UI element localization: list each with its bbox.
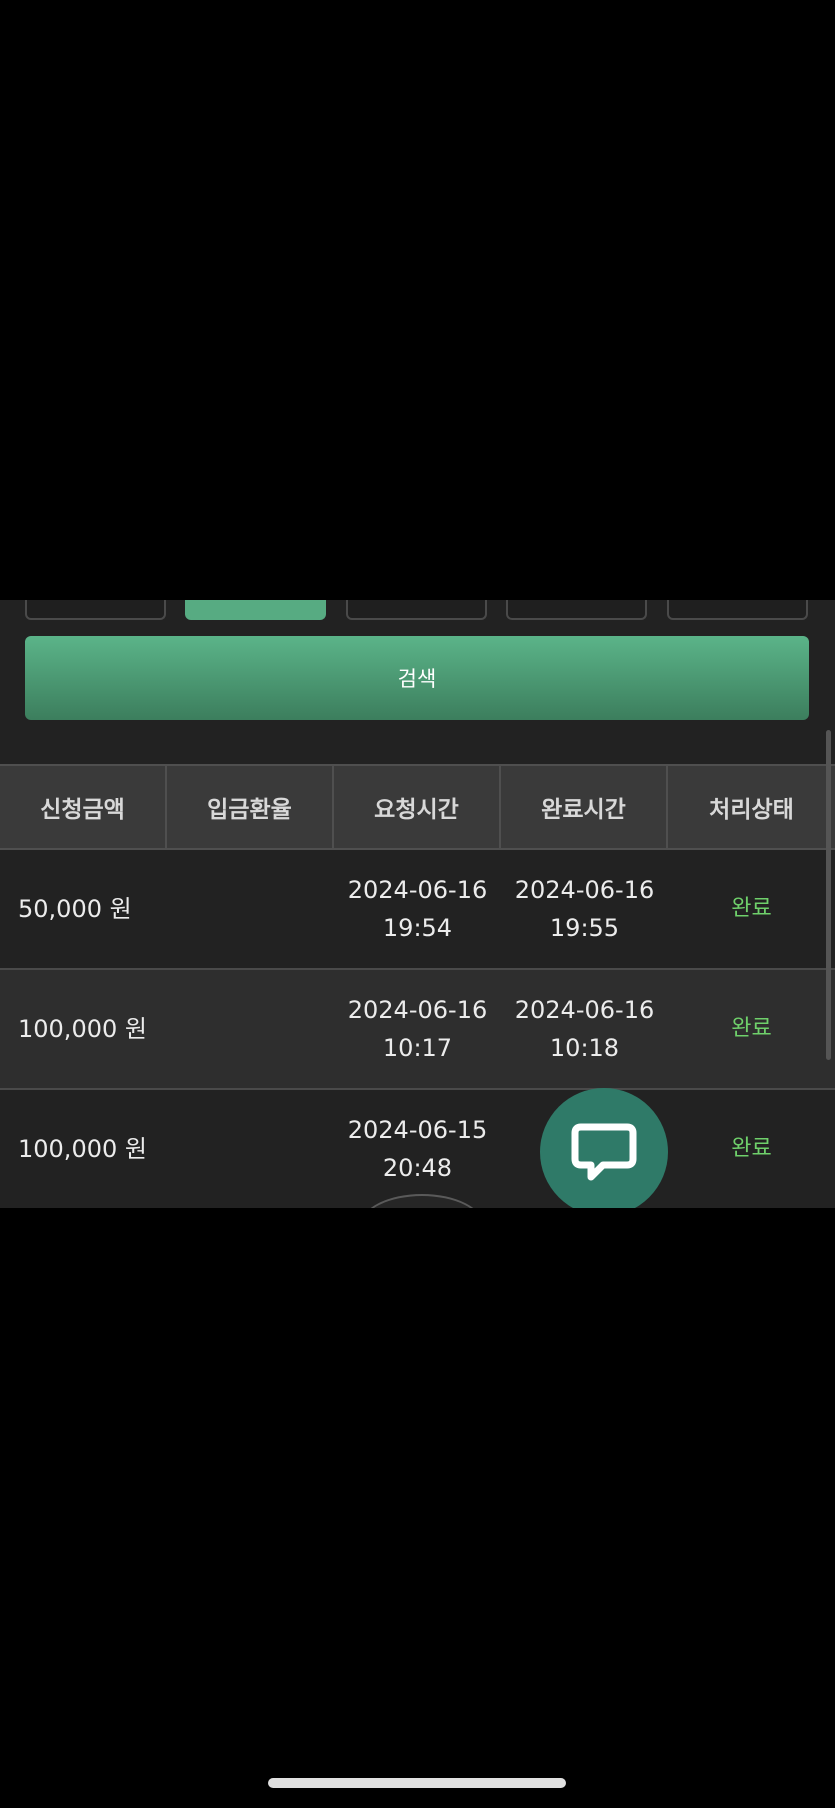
history-table: 신청금액 입금환율 요청시간 완료시간 처리상태 50,000 원 2024-0… xyxy=(0,764,835,1208)
rate-cell xyxy=(167,970,334,1088)
complete-time: 10:18 xyxy=(549,1034,620,1062)
complete-time: 19:55 xyxy=(549,914,620,942)
request-date: 2024-06-16 xyxy=(347,876,488,904)
withdrawal-history-panel: 검색 신청금액 입금환율 요청시간 완료시간 처리상태 50,000 원 202… xyxy=(0,600,835,1208)
table-row: 100,000 원 2024-06-16 10:17 2024-06-16 10… xyxy=(0,970,835,1090)
request-time: 20:48 xyxy=(382,1154,453,1182)
filter-chip-4[interactable] xyxy=(506,600,647,620)
status-badge: 완료 xyxy=(731,1136,772,1161)
request-time-cell: 2024-06-15 20:48 xyxy=(334,1090,501,1208)
filter-chip-1[interactable] xyxy=(25,600,166,620)
header-complete-time: 완료시간 xyxy=(501,766,668,848)
complete-time-cell: 2024-06-16 10:18 xyxy=(501,970,668,1088)
filter-chip-5[interactable] xyxy=(667,600,808,620)
status-badge: 완료 xyxy=(731,1016,772,1041)
amount-cell: 100,000 원 xyxy=(18,1135,147,1163)
header-request-time: 요청시간 xyxy=(334,766,501,848)
request-time: 10:17 xyxy=(382,1034,453,1062)
table-row: 50,000 원 2024-06-16 19:54 2024-06-16 19:… xyxy=(0,850,835,970)
header-amount: 신청금액 xyxy=(0,766,167,848)
filter-chip-2-active[interactable] xyxy=(185,600,326,620)
amount-cell: 50,000 원 xyxy=(18,895,132,923)
search-button[interactable]: 검색 xyxy=(25,636,809,720)
home-indicator xyxy=(268,1778,566,1788)
table-header: 신청금액 입금환율 요청시간 완료시간 처리상태 xyxy=(0,764,835,850)
table-row: 100,000 원 2024-06-15 20:48 20 완료 xyxy=(0,1090,835,1208)
complete-time-cell: 2024-06-16 19:55 xyxy=(501,850,668,968)
amount-cell: 100,000 원 xyxy=(18,1015,147,1043)
request-time: 19:54 xyxy=(382,914,453,942)
request-time-cell: 2024-06-16 19:54 xyxy=(334,850,501,968)
rate-cell xyxy=(167,1090,334,1208)
complete-date: 2024-06-16 xyxy=(514,996,655,1024)
chat-button[interactable] xyxy=(540,1088,668,1208)
request-time-cell: 2024-06-16 10:17 xyxy=(334,970,501,1088)
request-date: 2024-06-16 xyxy=(347,996,488,1024)
status-badge: 완료 xyxy=(731,896,772,921)
header-exchange-rate: 입금환율 xyxy=(167,766,334,848)
header-status: 처리상태 xyxy=(709,797,794,823)
scrollbar[interactable] xyxy=(826,730,831,1060)
request-date: 2024-06-15 xyxy=(347,1116,488,1144)
chat-bubble-icon xyxy=(571,1123,637,1181)
filter-chip-3[interactable] xyxy=(346,600,487,620)
complete-date: 2024-06-16 xyxy=(514,876,655,904)
rate-cell xyxy=(167,850,334,968)
